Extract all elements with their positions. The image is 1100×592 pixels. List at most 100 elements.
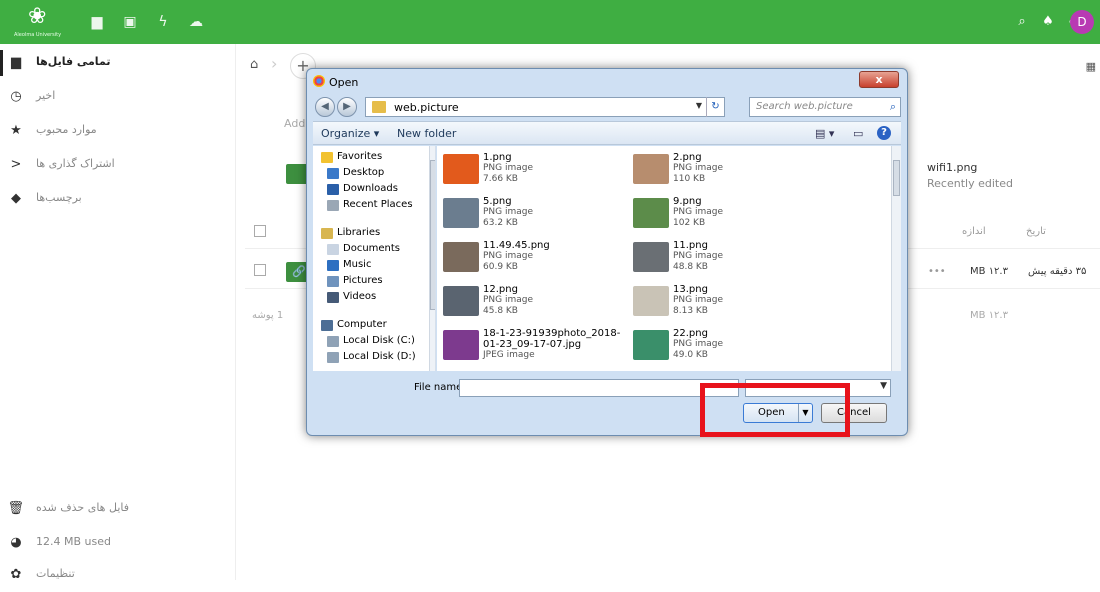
sidebar-item-label: تمامی فایل‌ها (36, 55, 111, 68)
file-item[interactable]: 13.png PNG image 8.13 KB (633, 284, 833, 324)
file-name: 11.png (673, 240, 708, 251)
file-item[interactable]: 11.49.45.png PNG image 60.9 KB (443, 240, 643, 280)
file-item[interactable]: 2.png PNG image 110 KB (633, 152, 833, 192)
column-header-date[interactable]: تاریخ (1026, 226, 1046, 237)
file-name: 2.png (673, 152, 702, 163)
file-type: PNG image (483, 251, 534, 261)
cloud-icon[interactable]: ☁ (187, 14, 205, 30)
sidebar-item-recent[interactable]: ◷ اخیر (0, 80, 236, 114)
file-type: PNG image (483, 163, 534, 173)
file-size: 102 KB (673, 218, 706, 228)
folder-icon: ▆ (11, 55, 21, 70)
refresh-icon[interactable]: ↻ (706, 97, 724, 117)
tree-item-icon (327, 352, 339, 363)
file-size: 60.9 KB (483, 262, 518, 272)
tree-item[interactable]: Desktop (313, 166, 433, 182)
file-item[interactable]: 1.png PNG image 7.66 KB (443, 152, 643, 192)
user-avatar[interactable]: D (1070, 10, 1094, 34)
star-icon: ★ (10, 123, 22, 138)
file-thumbnail-icon (633, 154, 669, 184)
tree-item[interactable]: Favorites (313, 150, 433, 166)
file-name: 1.png (483, 152, 512, 163)
file-name-input[interactable] (459, 379, 739, 397)
address-path: web.picture (394, 101, 459, 114)
file-item[interactable]: 18-1-23-91939photo_2018-01-23_09-17-07.j… (443, 328, 643, 368)
row-more-button[interactable]: ••• (928, 266, 946, 277)
gallery-icon[interactable]: ▣ (121, 14, 139, 30)
tree-item[interactable]: Documents (313, 242, 433, 258)
sidebar-item-label: اشتراک گذاری ها (36, 157, 115, 170)
chevron-down-icon[interactable]: ▼ (696, 101, 702, 110)
file-item[interactable]: 12.png PNG image 45.8 KB (443, 284, 643, 324)
tree-scrollbar[interactable] (429, 146, 435, 371)
new-folder-button[interactable]: New folder (397, 127, 456, 140)
preview-pane-icon[interactable]: ▭ (853, 127, 863, 140)
tree-item-label: Computer (337, 319, 387, 330)
select-all-checkbox[interactable] (254, 225, 266, 237)
file-size: 48.8 KB (673, 262, 708, 272)
home-icon[interactable]: ⌂ (250, 57, 258, 72)
footer-size: ۱۲.۳ MB (970, 310, 1008, 321)
search-input[interactable]: Search web.picture ⌕ (749, 97, 901, 117)
search-icon[interactable]: ⌕ (1014, 14, 1030, 30)
close-button[interactable]: x (859, 71, 899, 88)
notifications-icon[interactable]: ♠ (1040, 14, 1056, 30)
footer-count: 1 پوشه (252, 310, 284, 321)
sidebar-item-shares[interactable]: < اشتراک گذاری ها (0, 148, 236, 182)
sidebar-item-all-files[interactable]: ▆ تمامی فایل‌ها (0, 46, 236, 80)
file-item[interactable]: 22.png PNG image 49.0 KB (633, 328, 833, 368)
tree-item[interactable]: Libraries (313, 226, 433, 242)
file-item[interactable]: 11.png PNG image 48.8 KB (633, 240, 833, 280)
tree-item-icon (327, 260, 339, 271)
help-icon[interactable]: ? (877, 126, 891, 140)
row-date: ۳۵ دقیقه پیش (1028, 266, 1087, 277)
tree-item-label: Desktop (343, 167, 385, 178)
file-thumbnail-icon (443, 154, 479, 184)
address-bar[interactable]: web.picture ▼ ↻ (365, 97, 725, 117)
dialog-title: Open (329, 76, 359, 89)
search-icon[interactable]: ⌕ (890, 100, 896, 114)
organize-button[interactable]: Organize ▾ (321, 127, 379, 140)
row-size: ۱۲.۳ MB (970, 266, 1008, 277)
tree-item-icon (327, 276, 339, 287)
sidebar-item-settings[interactable]: ✿ تنظیمات (0, 558, 236, 592)
sidebar-item-trash[interactable]: 🗑 فایل های حذف شده (0, 492, 236, 526)
column-header-size[interactable]: اندازه (962, 226, 986, 237)
file-type: PNG image (673, 295, 724, 305)
file-thumbnail-icon (443, 242, 479, 272)
sidebar-item-label: اخیر (36, 89, 56, 102)
tree-item[interactable]: Downloads (313, 182, 433, 198)
file-item[interactable]: 9.png PNG image 102 KB (633, 196, 833, 236)
tree-item[interactable]: Computer (313, 318, 433, 334)
file-thumbnail-icon (633, 330, 669, 360)
file-list-scrollbar[interactable] (891, 146, 901, 371)
sidebar-item-favorites[interactable]: ★ موارد محبوب (0, 114, 236, 148)
tree-item[interactable]: Local Disk (D:) (313, 350, 433, 366)
file-thumbnail-icon (443, 198, 479, 228)
files-icon[interactable]: ▆ (88, 14, 106, 30)
tree-item-icon (327, 244, 339, 255)
tree-item[interactable]: Pictures (313, 274, 433, 290)
tree-item-icon (321, 152, 333, 163)
sidebar-item-quota[interactable]: ◕ 12.4 MB used (0, 526, 236, 560)
back-button[interactable]: ◀ (315, 97, 335, 117)
recent-file-name[interactable]: wifi1.png (927, 161, 977, 174)
trash-icon: 🗑 (7, 501, 24, 516)
tree-item[interactable]: Videos (313, 290, 433, 306)
row-checkbox[interactable] (254, 264, 266, 276)
view-options-icon[interactable]: ▤ ▾ (815, 127, 834, 140)
file-item[interactable]: 5.png PNG image 63.2 KB (443, 196, 643, 236)
tree-item-icon (321, 320, 333, 331)
highlight-annotation (700, 383, 850, 437)
add-hint-text: Add (284, 117, 306, 130)
sidebar-item-tags[interactable]: ◆ برچسب‌ها (0, 182, 236, 216)
forward-button[interactable]: ▶ (337, 97, 357, 117)
file-name: 5.png (483, 196, 512, 207)
university-logo[interactable]: ❀ Aleolma University (14, 4, 76, 40)
grid-view-icon[interactable]: ▦ (1086, 60, 1096, 73)
activity-icon[interactable]: ϟ (154, 14, 172, 30)
tree-item[interactable]: Recent Places (313, 198, 433, 214)
file-size: 45.8 KB (483, 306, 518, 316)
tree-item[interactable]: Local Disk (C:) (313, 334, 433, 350)
tree-item[interactable]: Music (313, 258, 433, 274)
